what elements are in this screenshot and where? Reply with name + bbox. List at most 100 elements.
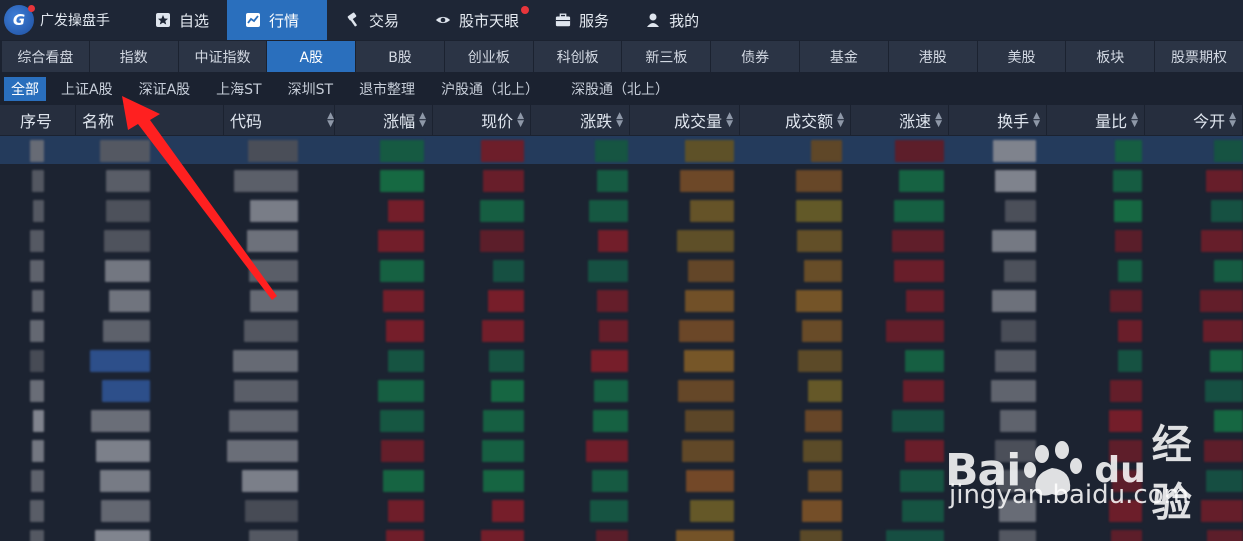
subtab-sh-connect[interactable]: 沪股通（北上） — [434, 77, 546, 101]
nav-item-market[interactable]: 行情 — [227, 0, 328, 40]
nav-label: 交易 — [369, 11, 400, 30]
obscured-cell — [589, 200, 628, 222]
subtab-sh-a[interactable]: 上证A股 — [54, 77, 120, 101]
obscured-cell — [680, 170, 734, 192]
tab-bonds[interactable]: 债券 — [711, 41, 800, 72]
column-header-price[interactable]: 现价 ▲ ▼ — [433, 105, 531, 135]
obscured-cell — [483, 170, 524, 192]
nav-label: 股市天眼 — [459, 11, 520, 30]
obscured-cell — [595, 140, 628, 162]
column-header-turnover-rate[interactable]: 换手 ▲ ▼ — [949, 105, 1047, 135]
column-header-open[interactable]: 今开 ▲ ▼ — [1145, 105, 1243, 135]
nav-item-trade[interactable]: 交易 — [327, 0, 417, 40]
obscured-cell — [1206, 170, 1243, 192]
notification-badge — [521, 6, 530, 14]
obscured-cell — [588, 260, 628, 282]
obscured-cell — [109, 290, 150, 312]
column-label: 涨跌 — [580, 112, 613, 131]
tab-stock-options[interactable]: 股票期权 — [1155, 41, 1243, 72]
tab-csi-index[interactable]: 中证指数 — [178, 41, 267, 72]
tab-funds[interactable]: 基金 — [800, 41, 888, 72]
obscured-cell — [796, 200, 842, 222]
obscured-cell — [590, 500, 628, 522]
obscured-cell — [800, 530, 842, 541]
obscured-cell — [905, 440, 944, 462]
obscured-cell — [1201, 230, 1243, 252]
baidu-watermark: Bai du 经验 jingyan.baidu.com — [945, 412, 1205, 526]
logo-letter: G — [12, 11, 26, 29]
obscured-cell — [906, 290, 944, 312]
obscured-cell — [808, 470, 842, 492]
chart-icon — [245, 12, 261, 28]
obscured-cell — [30, 140, 44, 162]
column-header-volume[interactable]: 成交量 ▲ ▼ — [630, 105, 740, 135]
tab-hk-stocks[interactable]: 港股 — [888, 41, 977, 72]
column-header-speed[interactable]: 涨速 ▲ ▼ — [851, 105, 949, 135]
nav-item-mine[interactable]: 我的 — [627, 0, 717, 40]
subtab-all[interactable]: 全部 — [4, 77, 46, 101]
obscured-cell — [482, 440, 524, 462]
nav-label: 服务 — [579, 11, 610, 30]
obscured-cell — [491, 380, 524, 402]
tab-us-stocks[interactable]: 美股 — [977, 41, 1066, 72]
obscured-cell — [804, 260, 842, 282]
column-header-code[interactable]: 代码 ▲ ▼ — [224, 105, 335, 135]
column-header-turnover[interactable]: 成交额 ▲ ▼ — [740, 105, 851, 135]
tab-star-market[interactable]: 科创板 — [533, 41, 622, 72]
briefcase-icon — [555, 12, 571, 28]
obscured-cell — [1118, 260, 1142, 282]
obscured-cell — [381, 440, 424, 462]
obscured-cell — [999, 530, 1036, 541]
column-label: 现价 — [481, 112, 514, 131]
nav-item-eye[interactable]: 股市天眼 — [417, 0, 537, 40]
obscured-cell — [100, 470, 150, 492]
column-header-name[interactable]: 名称 — [76, 105, 224, 135]
column-label: 换手 — [997, 112, 1030, 131]
subtab-sz-a[interactable]: 深证A股 — [132, 77, 198, 101]
tab-overview[interactable]: 综合看盘 — [2, 41, 89, 72]
subtab-delisting[interactable]: 退市整理 — [352, 77, 422, 101]
nav-item-favorites[interactable]: 自选 — [137, 0, 227, 40]
tab-a-share[interactable]: A股 — [267, 41, 356, 72]
tab-neeq[interactable]: 新三板 — [622, 41, 711, 72]
obscured-cell — [796, 290, 842, 312]
tab-b-share[interactable]: B股 — [356, 41, 444, 72]
column-label: 涨速 — [899, 112, 932, 131]
column-label: 成交量 — [674, 112, 723, 131]
obscured-cell — [483, 470, 524, 492]
obscured-cell — [597, 290, 628, 312]
obscured-cell — [1004, 260, 1036, 282]
star-icon — [155, 12, 171, 28]
obscured-cell — [1111, 530, 1142, 541]
obscured-cell — [678, 380, 734, 402]
brand-name: 广发操盘手 — [40, 13, 110, 29]
obscured-cell — [679, 320, 734, 342]
obscured-cell — [886, 530, 944, 541]
obscured-cell — [1115, 140, 1142, 162]
column-label: 代码 — [230, 112, 263, 131]
column-header-change-pct[interactable]: 涨幅 ▲ ▼ — [335, 105, 433, 135]
subtab-sh-st[interactable]: 上海ST — [209, 77, 268, 101]
obscured-cell — [1204, 440, 1243, 462]
obscured-cell — [1113, 170, 1142, 192]
tab-gem[interactable]: 创业板 — [444, 41, 533, 72]
obscured-cell — [596, 530, 628, 541]
obscured-cell — [993, 140, 1036, 162]
obscured-cell — [1118, 320, 1142, 342]
sort-icon: ▲ ▼ — [1229, 111, 1236, 129]
obscured-cell — [685, 140, 734, 162]
obscured-cell — [90, 350, 150, 372]
tab-index[interactable]: 指数 — [89, 41, 178, 72]
column-header-change[interactable]: 涨跌 ▲ ▼ — [531, 105, 630, 135]
subtab-sz-connect[interactable]: 深股通（北上） — [564, 77, 676, 101]
sort-icon: ▲ ▼ — [935, 111, 942, 129]
obscured-cell — [386, 530, 424, 541]
obscured-cell — [234, 170, 298, 192]
column-header-index[interactable]: 序号 — [0, 105, 76, 135]
column-header-volume-ratio[interactable]: 量比 ▲ ▼ — [1047, 105, 1145, 135]
tab-sectors[interactable]: 板块 — [1066, 41, 1155, 72]
nav-item-service[interactable]: 服务 — [537, 0, 627, 40]
column-label: 名称 — [82, 112, 115, 131]
obscured-cell — [32, 170, 44, 192]
subtab-sz-st[interactable]: 深圳ST — [281, 77, 340, 101]
